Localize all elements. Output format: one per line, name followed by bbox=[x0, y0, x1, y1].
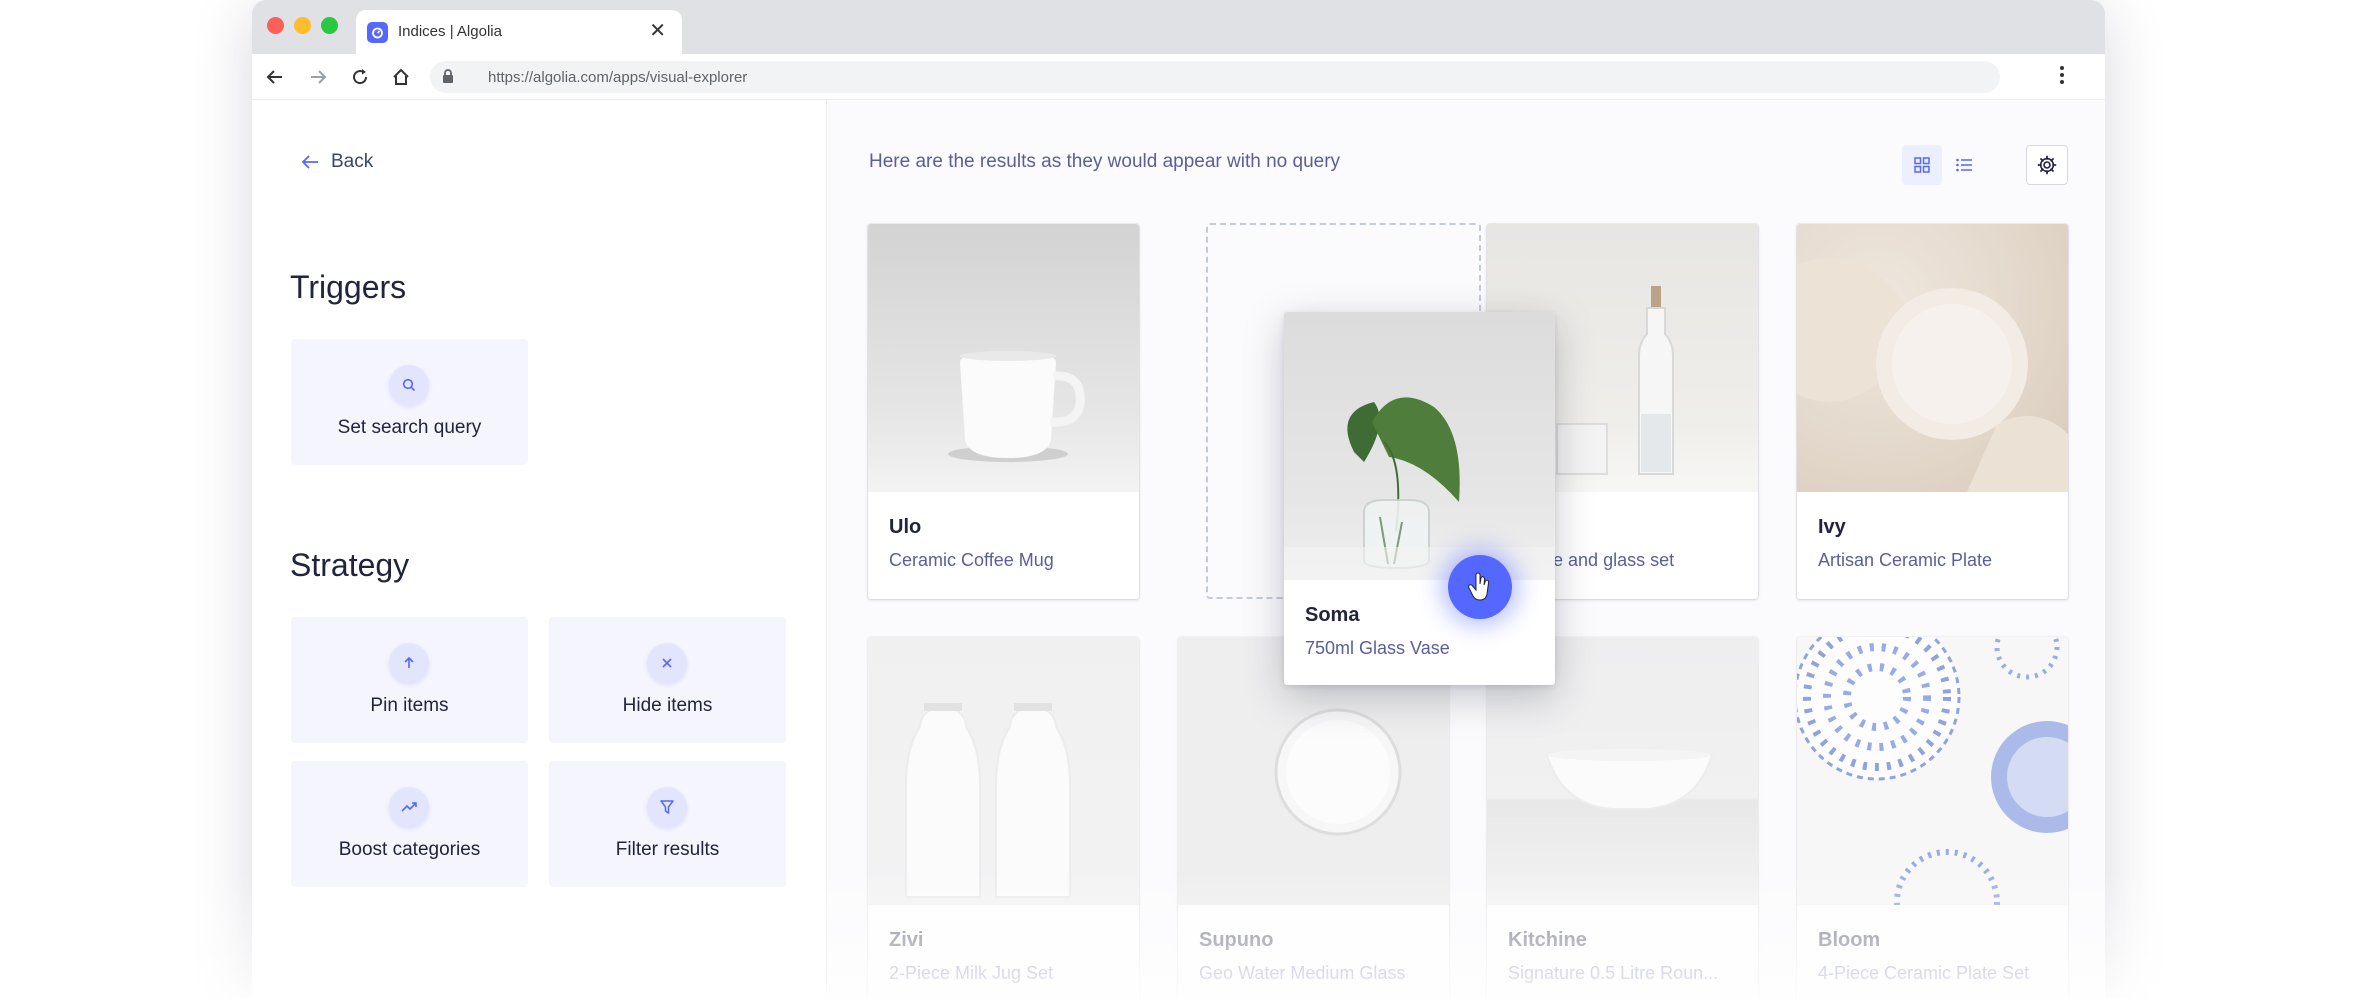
product-name: Zivi bbox=[889, 929, 924, 951]
triggers-title: Triggers bbox=[290, 269, 407, 305]
product-card-ivy[interactable]: Ivy Artisan Ceramic Plate bbox=[1797, 224, 2068, 599]
filter-icon bbox=[647, 787, 687, 827]
strategy-hide-items[interactable]: Hide items bbox=[549, 617, 786, 743]
product-image bbox=[868, 637, 1139, 905]
product-name: Supuno bbox=[1199, 929, 1274, 951]
title-bar: Indices | Algolia ✕ bbox=[252, 0, 2105, 54]
address-bar[interactable]: https://algolia.com/apps/visual-explorer bbox=[430, 61, 2000, 93]
drag-cursor bbox=[1418, 525, 1538, 645]
product-description: 4-Piece Ceramic Plate Set bbox=[1818, 963, 2030, 983]
maximize-window-button[interactable] bbox=[321, 17, 338, 34]
settings-gear-icon[interactable] bbox=[2026, 145, 2068, 185]
back-arrow-icon[interactable] bbox=[260, 62, 290, 92]
product-image bbox=[1797, 637, 2068, 955]
strategy-filter-results[interactable]: Filter results bbox=[549, 761, 786, 887]
product-card-bloom[interactable]: Bloom 4-Piece Ceramic Plate Set bbox=[1797, 637, 2068, 998]
results-hint: Here are the results as they would appea… bbox=[869, 151, 1341, 172]
search-icon bbox=[389, 365, 429, 405]
tab-title: Indices | Algolia bbox=[398, 23, 502, 40]
trending-up-icon bbox=[389, 787, 429, 827]
product-card-supuno[interactable]: Supuno Geo Water Medium Glass bbox=[1178, 637, 1449, 998]
browser-tab[interactable]: Indices | Algolia ✕ bbox=[356, 10, 682, 54]
product-name: Soma bbox=[1305, 604, 1360, 626]
strategy-title: Strategy bbox=[290, 547, 410, 583]
product-name: Ivy bbox=[1818, 516, 1846, 538]
product-name: Bloom bbox=[1818, 929, 1881, 951]
reload-icon[interactable] bbox=[345, 62, 375, 92]
list-view-icon[interactable] bbox=[1944, 145, 1984, 185]
product-description: Geo Water Medium Glass bbox=[1199, 963, 1406, 983]
product-description: Signature 0.5 Litre Roun... bbox=[1508, 963, 1719, 983]
strategy-pin-items[interactable]: Pin items bbox=[291, 617, 528, 743]
product-card-zivi[interactable]: Zivi 2-Piece Milk Jug Set bbox=[868, 637, 1139, 998]
url-text: https://algolia.com/apps/visual-explorer bbox=[488, 69, 748, 86]
close-window-button[interactable] bbox=[267, 17, 284, 34]
rules-sidebar: Back Triggers Set search query Strategy … bbox=[252, 101, 827, 998]
trigger-set-search-query[interactable]: Set search query bbox=[291, 339, 528, 465]
product-name: Kitchine bbox=[1508, 929, 1587, 951]
product-card-kitchine[interactable]: Kitchine Signature 0.5 Litre Roun... bbox=[1487, 637, 1758, 998]
minimize-window-button[interactable] bbox=[294, 17, 311, 34]
product-description: Artisan Ceramic Plate bbox=[1818, 550, 1993, 570]
product-name: Ulo bbox=[889, 516, 922, 538]
card-label: Pin items bbox=[370, 695, 449, 716]
product-description: Ceramic Coffee Mug bbox=[889, 550, 1054, 570]
grid-view-icon[interactable] bbox=[1902, 145, 1942, 185]
lock-icon bbox=[442, 69, 454, 89]
product-description: 2-Piece Milk Jug Set bbox=[889, 963, 1054, 983]
algolia-favicon-icon bbox=[367, 22, 388, 43]
home-icon[interactable] bbox=[386, 62, 416, 92]
strategy-boost-categories[interactable]: Boost categories bbox=[291, 761, 528, 887]
arrow-up-icon bbox=[389, 643, 429, 683]
forward-arrow-icon[interactable] bbox=[303, 62, 333, 92]
card-label: Boost categories bbox=[338, 839, 481, 860]
close-icon bbox=[647, 643, 687, 683]
product-card-ulo[interactable]: Ulo Ceramic Coffee Mug bbox=[868, 224, 1139, 599]
product-image bbox=[868, 224, 1139, 492]
hand-cursor-icon bbox=[1448, 555, 1512, 619]
back-label: Back bbox=[331, 151, 374, 172]
more-menu-icon[interactable] bbox=[2059, 65, 2065, 90]
card-label: Filter results bbox=[615, 839, 720, 860]
back-link[interactable]: Back bbox=[302, 151, 373, 173]
product-image bbox=[1797, 224, 2068, 492]
tab-close-icon[interactable]: ✕ bbox=[649, 20, 666, 42]
card-label: Set search query bbox=[337, 417, 482, 438]
browser-toolbar: https://algolia.com/apps/visual-explorer bbox=[252, 54, 2105, 100]
card-label: Hide items bbox=[622, 695, 713, 716]
arrow-left-icon bbox=[302, 155, 318, 169]
